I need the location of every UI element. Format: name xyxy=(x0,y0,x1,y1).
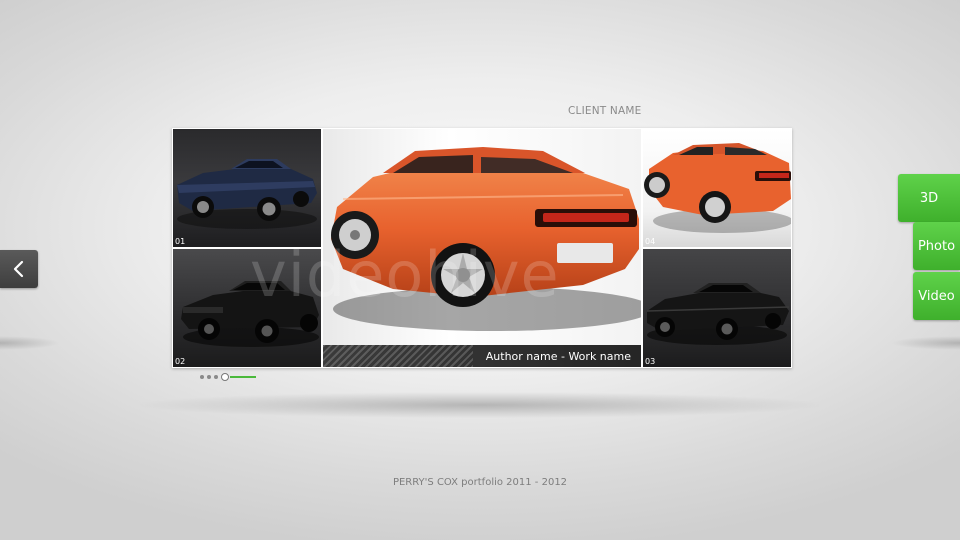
gallery-tile-02[interactable]: 02 xyxy=(173,249,321,367)
tile-number: 02 xyxy=(175,357,186,366)
gallery-pager[interactable] xyxy=(200,373,270,381)
car-image-blue xyxy=(177,159,317,229)
footer-text: PERRY'S COX portfolio 2011 - 2012 xyxy=(392,477,568,488)
client-name: CLIENT NAME xyxy=(568,105,642,117)
tile-number: 03 xyxy=(645,357,656,366)
pager-dot[interactable] xyxy=(200,375,204,379)
gallery-tile-03[interactable]: 03 xyxy=(643,249,791,367)
right-shadow xyxy=(890,336,960,350)
pager-progress xyxy=(230,376,256,378)
car-image-black-front xyxy=(646,283,790,345)
prev-button[interactable] xyxy=(0,250,38,288)
pager-dot[interactable] xyxy=(207,375,211,379)
tile-number: 04 xyxy=(645,237,656,246)
tab-3d[interactable]: 3D xyxy=(898,174,960,222)
car-image-orange-main xyxy=(331,147,641,331)
caption-text: Author name - Work name xyxy=(485,350,631,363)
caption-stripes xyxy=(323,345,473,367)
gallery-grid: 01 02 Author name - Work name 04 03 xyxy=(172,128,792,368)
car-image-orange-rear xyxy=(644,143,791,233)
pager-dot-active[interactable] xyxy=(221,373,229,381)
car-image-black-rear xyxy=(181,281,319,347)
gallery-tile-01[interactable]: 01 xyxy=(173,129,321,247)
tab-photo[interactable]: Photo xyxy=(913,222,960,270)
floor-shadow xyxy=(140,392,820,418)
tab-video[interactable]: Video xyxy=(913,272,960,320)
left-shadow xyxy=(0,336,60,350)
gallery-main-tile[interactable]: Author name - Work name xyxy=(323,129,641,367)
chevron-left-icon xyxy=(13,260,24,278)
gallery-tile-04[interactable]: 04 xyxy=(643,129,791,247)
pager-dot[interactable] xyxy=(214,375,218,379)
tile-number: 01 xyxy=(175,237,186,246)
